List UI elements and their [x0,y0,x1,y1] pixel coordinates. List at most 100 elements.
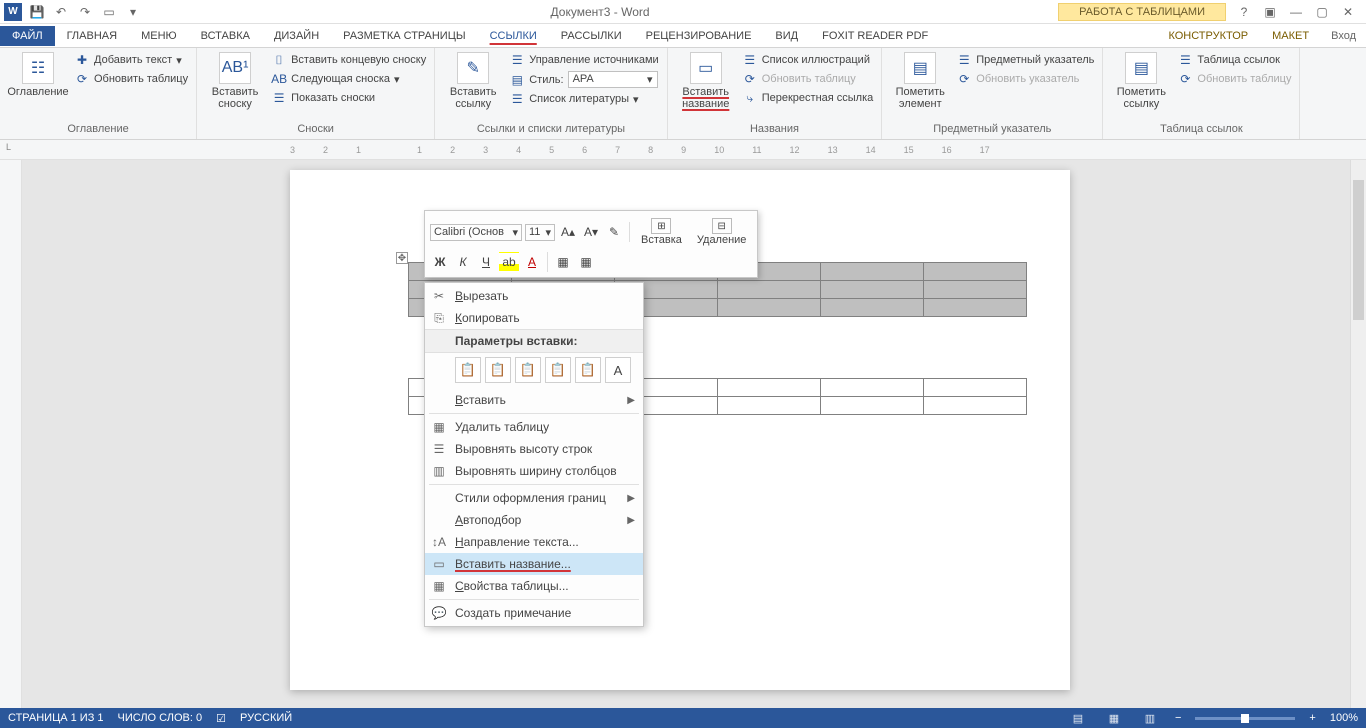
font-select[interactable]: Calibri (Основ▾ [430,224,522,241]
citation-style-select[interactable]: APA▾ [568,71,658,88]
underline-icon[interactable]: Ч [476,252,496,272]
vertical-ruler[interactable] [0,160,22,708]
toc-button[interactable]: ☷ Оглавление [8,52,68,98]
insert-caption-button[interactable]: ▭ Вставитьназвание [676,52,736,110]
figures-icon: ☰ [742,52,758,68]
table-of-figures-button[interactable]: ☰Список иллюстраций [742,52,874,68]
bold-icon[interactable]: Ж [430,252,450,272]
insert-citation-button[interactable]: ✎ Вставитьссылку [443,52,503,110]
font-color-icon[interactable]: A [522,252,542,272]
mark-entry-button[interactable]: ▤ Пометитьэлемент [890,52,950,110]
zoom-out-icon[interactable]: − [1175,712,1181,724]
ctx-new-comment[interactable]: 💬Создать примечание [425,602,643,624]
view-web-icon[interactable]: ▥ [1139,712,1161,725]
tab-file[interactable]: ФАЙЛ [0,26,55,46]
vertical-scrollbar[interactable] [1350,160,1366,708]
zoom-in-icon[interactable]: + [1309,712,1315,724]
bibliography-button[interactable]: ☰Список литературы ▾ [509,91,658,107]
paste-keep-text-icon[interactable]: 📋 [575,357,601,383]
status-proofing-icon[interactable]: ☑ [216,712,226,725]
redo-icon[interactable]: ↷ [76,3,94,21]
add-text-button[interactable]: ✚Добавить текст ▾ [74,52,188,68]
tab-page-layout[interactable]: РАЗМЕТКА СТРАНИЦЫ [331,26,477,46]
manage-sources-button[interactable]: ☰Управление источниками [509,52,658,68]
ctx-distribute-cols[interactable]: ▥Выровнять ширину столбцов [425,460,643,482]
ctx-insert[interactable]: Вставить▶ [425,389,643,411]
tab-references[interactable]: ССЫЛКИ [478,26,549,46]
zoom-level[interactable]: 100% [1330,712,1358,724]
close-icon[interactable]: ✕ [1338,5,1358,19]
update-figures-button: ⟳Обновить таблицу [742,71,874,87]
tab-view[interactable]: ВИД [763,26,810,46]
ctx-table-properties[interactable]: ▦Свойства таблицы... [425,575,643,597]
ctx-autofit[interactable]: Автоподбор▶ [425,509,643,531]
show-notes-button[interactable]: ☰Показать сноски [271,90,426,106]
text-direction-icon: ↕A [431,534,447,550]
tab-design[interactable]: ДИЗАЙН [262,26,331,46]
ctx-delete-table[interactable]: ▦Удалить таблицу [425,416,643,438]
shading-icon[interactable]: ▦ [553,252,573,272]
help-icon[interactable]: ? [1234,5,1254,19]
font-size-select[interactable]: 11▾ [525,224,555,241]
update-toc-button[interactable]: ⟳Обновить таблицу [74,71,188,87]
view-read-icon[interactable]: ▤ [1067,712,1089,725]
tab-menu[interactable]: Меню [129,26,189,46]
mini-insert-button[interactable]: ⊞Вставка [635,216,688,248]
add-text-icon: ✚ [74,52,90,68]
format-painter-icon[interactable]: ✎ [604,222,624,242]
grow-font-icon[interactable]: A▴ [558,222,578,242]
ctx-copy[interactable]: ⎘Копировать [425,307,643,329]
insert-endnote-button[interactable]: ⌷Вставить концевую сноску [271,52,426,68]
borders-icon[interactable]: ▦ [576,252,596,272]
ribbon-options-icon[interactable]: ▣ [1260,5,1280,19]
insert-caption-icon: ▭ [431,556,447,572]
shrink-font-icon[interactable]: A▾ [581,222,601,242]
paste-merge-icon[interactable]: 📋 [485,357,511,383]
tab-foxit[interactable]: Foxit Reader PDF [810,26,940,46]
paste-as-new-rows-icon[interactable]: 📋 [545,357,571,383]
paste-nest-table-icon[interactable]: 📋 [515,357,541,383]
tab-home[interactable]: ГЛАВНАЯ [55,26,129,46]
tab-insert[interactable]: ВСТАВКА [189,26,262,46]
qat-dropdown-icon[interactable]: ▾ [124,3,142,21]
status-page[interactable]: СТРАНИЦА 1 ИЗ 1 [8,712,104,724]
tab-table-layout[interactable]: МАКЕТ [1260,26,1321,46]
paste-picture-icon[interactable]: A [605,357,631,383]
dist-cols-icon: ▥ [431,463,447,479]
ctx-insert-caption[interactable]: ▭Вставить название... [425,553,643,575]
zoom-slider[interactable] [1195,717,1295,720]
insert-index-button[interactable]: ☰Предметный указатель [956,52,1094,68]
ctx-text-direction[interactable]: ↕AНаправление текста... [425,531,643,553]
mini-delete-button[interactable]: ⊟Удаление [691,216,753,248]
ctx-distribute-rows[interactable]: ☰Выровнять высоту строк [425,438,643,460]
caption-icon: ▭ [690,52,722,84]
tab-mailings[interactable]: РАССЫЛКИ [549,26,634,46]
maximize-icon[interactable]: ▢ [1312,5,1332,19]
paste-keep-source-icon[interactable]: 📋 [455,357,481,383]
status-word-count[interactable]: ЧИСЛО СЛОВ: 0 [118,712,203,724]
footnote-icon: AB¹ [219,52,251,84]
view-print-icon[interactable]: ▦ [1103,712,1125,725]
tab-table-design[interactable]: КОНСТРУКТОР [1156,26,1260,46]
refresh-icon: ⟳ [74,71,90,87]
ctx-cut[interactable]: ✂Вырезать [425,285,643,307]
insert-footnote-button[interactable]: AB¹ Вставитьсноску [205,52,265,110]
italic-icon[interactable]: К [453,252,473,272]
cross-reference-button[interactable]: ⤷Перекрестная ссылка [742,90,874,106]
style-icon: ▤ [509,72,525,88]
citation-style-row[interactable]: ▤Стиль: APA▾ [509,71,658,88]
minimize-icon[interactable]: — [1286,5,1306,19]
tab-review[interactable]: РЕЦЕНЗИРОВАНИЕ [634,26,764,46]
sign-in-link[interactable]: Вход [1321,26,1366,46]
ctx-border-styles[interactable]: Стили оформления границ▶ [425,487,643,509]
undo-icon[interactable]: ↶ [52,3,70,21]
highlight-icon[interactable]: ab [499,252,519,272]
next-footnote-button[interactable]: ABСледующая сноска ▾ [271,71,426,87]
status-language[interactable]: РУССКИЙ [240,712,292,724]
mark-citation-button[interactable]: ▤ Пометитьссылку [1111,52,1171,110]
new-doc-icon[interactable]: ▭ [100,3,118,21]
insert-toa-button[interactable]: ☰Таблица ссылок [1177,52,1291,68]
save-icon[interactable]: 💾 [28,3,46,21]
table-move-handle-icon[interactable]: ✥ [396,252,408,264]
horizontal-ruler[interactable]: L 3211234567891011121314151617 [0,140,1366,160]
